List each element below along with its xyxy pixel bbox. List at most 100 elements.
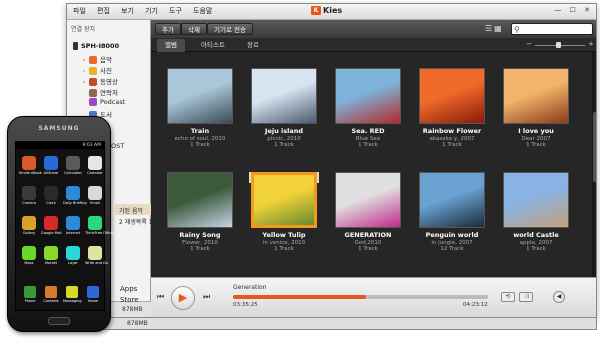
app-label: Daily Briefing xyxy=(63,201,87,205)
sidebar-item-2[interactable]: › 사진 xyxy=(83,65,112,75)
album-item[interactable]: Rainy Song Flower, 2010 1 Track xyxy=(165,172,235,252)
scrollbar[interactable] xyxy=(592,52,596,277)
phone-dock-app[interactable]: Contacts xyxy=(42,286,60,303)
repeat-icon[interactable]: ⟲ xyxy=(501,292,515,302)
album-cover[interactable] xyxy=(335,172,401,228)
phone-app[interactable]: Gallery xyxy=(19,216,39,235)
album-item[interactable]: GENERATION God,2010 1 Track xyxy=(333,172,403,252)
menu-file[interactable]: 파일 xyxy=(73,6,86,16)
sidebar-item-3[interactable]: › 동영상 xyxy=(83,76,118,86)
menu-tools[interactable]: 도구 xyxy=(169,6,182,16)
play-button[interactable]: ▶ xyxy=(171,286,195,310)
sidebar-partial-playlist[interactable]: 2 재생목록 1 xyxy=(119,217,153,226)
album-item[interactable]: Yellow Tulip in venice, 2010 1 Track xyxy=(249,172,319,252)
app-label: Market xyxy=(44,261,58,265)
album-item[interactable]: world Castle apple, 2007 1 Track xyxy=(501,172,571,252)
phone-app[interactable]: Daily Briefing xyxy=(63,186,87,205)
previous-icon[interactable]: ⏮ xyxy=(157,292,164,302)
scrollbar-thumb[interactable] xyxy=(593,112,596,182)
phone-app[interactable]: Layar xyxy=(63,246,83,265)
album-cover[interactable] xyxy=(251,172,317,228)
phone-app[interactable]: Camera xyxy=(19,186,39,205)
delete-button[interactable]: 삭제 xyxy=(181,23,207,35)
phone-dock-app[interactable]: Phone xyxy=(21,286,39,303)
app-icon xyxy=(66,156,80,170)
volume-icon[interactable]: ◀ xyxy=(553,291,565,303)
tab-artist[interactable]: 아티스트 xyxy=(193,39,233,52)
phone-app[interactable]: ThinkFree Office xyxy=(85,216,113,235)
progress-bar[interactable] xyxy=(233,295,488,299)
menu-help[interactable]: 도움말 xyxy=(193,6,212,16)
album-item[interactable]: I love you Dear 2007 1 Track xyxy=(501,68,571,148)
album-title: I love you xyxy=(518,127,554,135)
menu-edit[interactable]: 편집 xyxy=(97,6,110,16)
phone-dock-app[interactable]: Home xyxy=(84,286,102,303)
view-mode-icons[interactable]: ☰▦ xyxy=(485,24,504,33)
tab-genre[interactable]: 장르 xyxy=(239,39,267,52)
album-cover[interactable] xyxy=(419,172,485,228)
app-icon xyxy=(66,186,80,200)
album-item[interactable]: Jeju island picnic, 2010 1 Track xyxy=(249,68,319,148)
transfer-to-device-button[interactable]: 기기로 전송 xyxy=(207,23,253,35)
sidebar-partial-added[interactable]: 가된 음악 xyxy=(119,206,143,215)
album-cover[interactable] xyxy=(167,68,233,124)
app-label: Calculator xyxy=(64,171,82,175)
sidebar-item-1[interactable]: › 음악 xyxy=(83,54,112,64)
total-time: 04:23:12 xyxy=(463,302,488,308)
menu-device[interactable]: 기기 xyxy=(145,6,158,16)
app-label: Camera xyxy=(22,201,36,205)
sidebar-item-5[interactable]: Podcast xyxy=(83,98,125,106)
zoom-slider[interactable]: − + xyxy=(526,40,594,49)
add-button[interactable]: 추가 xyxy=(155,23,181,35)
phone-app[interactable]: Write and Go xyxy=(85,246,108,265)
next-icon[interactable]: ⏭ xyxy=(203,292,210,302)
album-item[interactable]: Sea. RED Blue Sea 1 Track xyxy=(333,68,403,148)
search-input[interactable]: ⚲ xyxy=(511,23,593,35)
album-cover[interactable] xyxy=(167,172,233,228)
album-cover[interactable] xyxy=(503,172,569,228)
album-cover[interactable] xyxy=(503,68,569,124)
sidebar-header: 연결 장치 xyxy=(71,26,95,33)
phone-app[interactable]: Email xyxy=(85,186,105,205)
sidebar-item-4[interactable]: 연락처 xyxy=(83,87,118,97)
tab-album[interactable]: 앨범 xyxy=(157,39,185,52)
window-controls[interactable]: — ☐ ✕ xyxy=(554,6,593,14)
phone-app[interactable]: Calendar xyxy=(85,156,105,175)
zoom-knob[interactable] xyxy=(556,42,561,48)
album-item[interactable]: Rainbow Flower akasaka y, 2007 1 Track xyxy=(417,68,487,148)
dock-label: Phone xyxy=(24,299,36,303)
phone-app[interactable]: Calculator xyxy=(63,156,83,175)
menu-view[interactable]: 보기 xyxy=(121,6,134,16)
phone-app[interactable]: Kindle eBook xyxy=(19,156,42,175)
video-icon xyxy=(89,78,97,86)
dock-label: Home xyxy=(87,299,99,303)
album-cover[interactable] xyxy=(335,68,401,124)
album-track-count: 1 Track xyxy=(190,142,210,148)
app-icon xyxy=(44,156,58,170)
store-label[interactable]: Store xyxy=(120,296,139,304)
phone-app[interactable]: Market xyxy=(41,246,61,265)
phone-app[interactable]: Google Mail xyxy=(41,216,62,235)
shuffle-icon[interactable]: ⤨ xyxy=(519,292,533,302)
album-title: GENERATION xyxy=(344,231,392,239)
phone-app[interactable]: Internet xyxy=(63,216,83,235)
phone-app[interactable]: Maps xyxy=(19,246,39,265)
device-node[interactable]: SPH-I8000 xyxy=(73,42,119,50)
phone-app[interactable]: AllShare xyxy=(41,156,61,175)
album-item[interactable]: Penguin world in jungle, 2007 12 Track xyxy=(417,172,487,252)
album-track-count: 1 Track xyxy=(274,246,294,252)
album-cover[interactable] xyxy=(419,68,485,124)
app-icon xyxy=(22,156,36,170)
album-track-count: 1 Track xyxy=(358,142,378,148)
home-button[interactable] xyxy=(48,317,70,325)
apps-label[interactable]: Apps xyxy=(120,285,137,293)
phone-dock-app[interactable]: Messaging xyxy=(63,286,82,303)
zoom-out-icon[interactable]: − xyxy=(526,40,532,48)
album-title: Train xyxy=(190,127,210,135)
album-cover[interactable] xyxy=(251,68,317,124)
album-grid: Train echo of soul, 2010 1 Track Jeju islan… xyxy=(151,52,596,277)
sidebar-partial-ost[interactable]: OST xyxy=(111,142,124,150)
phone-app[interactable]: Clock xyxy=(41,186,61,205)
album-item[interactable]: Train echo of soul, 2010 1 Track xyxy=(165,68,235,148)
zoom-in-icon[interactable]: + xyxy=(588,40,594,48)
